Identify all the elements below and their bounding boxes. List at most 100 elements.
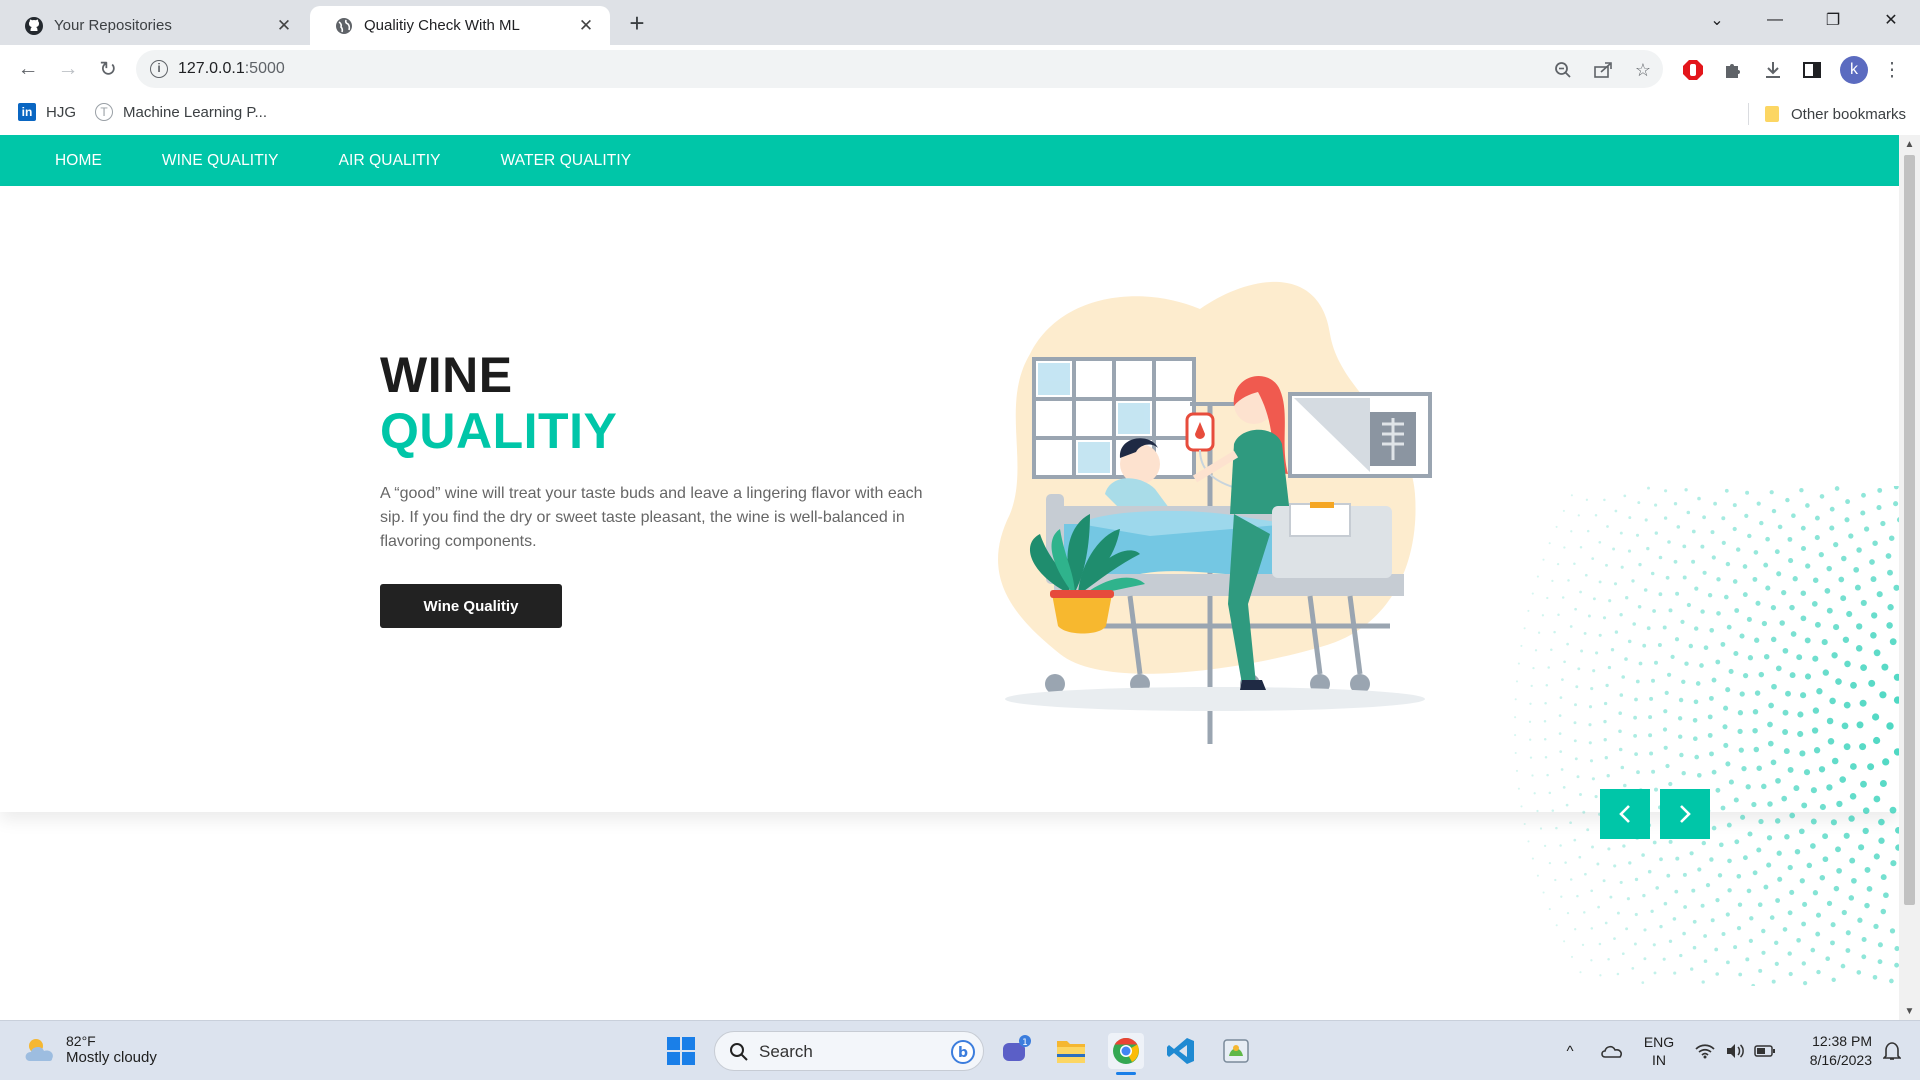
other-bookmarks[interactable]: Other bookmarks [1748,103,1906,125]
decor-dot [1556,562,1560,566]
forward-arrow-icon[interactable]: → [54,55,82,83]
bing-icon[interactable]: b [951,1040,975,1064]
decor-dot [1531,774,1534,777]
tab-your-repositories[interactable]: Your Repositories ✕ [0,6,308,45]
decor-dot [1676,525,1681,529]
decor-dot [1633,942,1637,946]
new-tab-button[interactable]: + [622,8,652,39]
page-viewport: HOME WINE QUALITIY AIR QUALITIY WATER QU… [0,135,1920,1020]
decor-dot [1819,494,1825,499]
side-panel-icon[interactable] [1800,58,1824,82]
decor-dot [1819,803,1826,811]
decor-dot [1782,729,1789,735]
file-explorer-icon[interactable] [1053,1033,1089,1069]
adblock-extension-icon[interactable] [1681,58,1705,82]
downloads-icon[interactable] [1761,58,1785,82]
decor-dot [1766,862,1772,868]
wine-quality-button[interactable]: Wine Qualitiy [380,584,562,628]
bookmark-star-icon[interactable]: ☆ [1632,59,1654,81]
extensions-puzzle-icon[interactable] [1721,58,1745,82]
decor-dot [1826,900,1833,907]
tab-quality-check[interactable]: Qualitiy Check With ML ✕ [310,6,610,45]
decor-dot [1603,701,1608,706]
taskbar-search[interactable]: Search b [714,1031,984,1071]
scroll-thumb[interactable] [1904,155,1915,905]
bookmark-hjg[interactable]: in HJG [18,103,76,121]
windows-start-icon[interactable] [663,1033,699,1069]
decor-dot [1709,751,1714,757]
decor-dot [1702,570,1707,575]
decor-dot [1625,596,1629,600]
close-window-button[interactable]: ✕ [1862,0,1920,40]
decor-dot [1845,499,1851,505]
volume-icon[interactable] [1722,1021,1748,1080]
weather-widget[interactable]: 82°F Mostly cloudy [22,1033,157,1066]
decor-dot [1785,690,1791,697]
url-text: 127.0.0.1:5000 [178,60,285,78]
battery-icon[interactable] [1752,1021,1778,1080]
decor-dot [1742,855,1748,861]
tab-close-icon[interactable]: ✕ [576,16,596,36]
nav-water-quality[interactable]: WATER QUALITIY [501,152,632,170]
bookmark-machine-learning[interactable]: T Machine Learning P... [95,103,267,121]
decor-dot [1680,619,1685,625]
decor-dot [1889,978,1894,984]
tab-close-icon[interactable]: ✕ [274,16,294,36]
decor-dot [1663,709,1668,714]
decor-dot [1878,818,1885,826]
zoom-icon[interactable] [1552,59,1574,81]
clock[interactable]: 12:38 PM 8/16/2023 [1792,1021,1872,1080]
page-scrollbar[interactable]: ▲ ▼ [1899,135,1920,1020]
minimize-button[interactable]: — [1746,0,1804,40]
show-hidden-icons-chevron-icon[interactable]: ^ [1556,1021,1584,1080]
decor-dot [1829,506,1835,512]
browser-menu-icon[interactable]: ⋮ [1880,58,1904,82]
decor-dot [1539,827,1543,830]
decor-dot [1682,931,1686,936]
site-info-icon[interactable]: i [150,60,168,78]
decor-dot [1622,844,1626,848]
decor-dot [1677,716,1683,721]
address-bar[interactable]: i 127.0.0.1:5000 ☆ [136,50,1663,88]
decor-dot [1879,780,1887,787]
decor-dot [1603,498,1606,502]
decor-dot [1889,928,1896,934]
back-arrow-icon[interactable]: ← [14,55,42,83]
decor-dot [1668,839,1673,844]
decor-dot [1863,526,1870,532]
chrome-taskbar-icon[interactable] [1108,1033,1144,1075]
nav-wine-quality[interactable]: WINE QUALITIY [162,152,279,170]
slider-prev-button[interactable] [1600,789,1650,839]
anaconda-app-icon[interactable] [1218,1033,1254,1069]
vscode-icon[interactable] [1163,1033,1199,1069]
svg-text:b: b [958,1045,968,1061]
decor-dot [1770,604,1777,611]
reload-icon[interactable]: ↻ [94,55,122,83]
scroll-down-arrow-icon[interactable]: ▼ [1899,1002,1920,1020]
nav-home[interactable]: HOME [55,152,102,170]
decor-dot [1591,777,1595,781]
decor-dot [1675,856,1680,861]
nav-air-quality[interactable]: AIR QUALITIY [339,152,441,170]
maximize-button[interactable]: ❐ [1804,0,1862,40]
notification-bell-icon[interactable] [1878,1021,1906,1080]
decor-dot [1633,715,1637,720]
decor-dot [1650,909,1654,913]
decor-dot [1683,905,1687,909]
tab-search-chevron-icon[interactable]: ⌄ [1688,0,1746,40]
decor-dot [1886,722,1894,730]
decor-dot [1692,919,1697,924]
scroll-up-arrow-icon[interactable]: ▲ [1899,135,1920,153]
wifi-icon[interactable] [1692,1021,1718,1080]
share-icon[interactable] [1592,59,1614,81]
decor-dot [1674,889,1679,894]
decor-dot [1604,921,1608,925]
decor-dot [1579,545,1583,549]
decor-dot [1769,915,1775,920]
decor-dot [1890,860,1897,867]
slider-next-button[interactable] [1660,789,1710,839]
language-indicator[interactable]: ENG IN [1640,1021,1678,1080]
teams-chat-icon[interactable]: 1 [998,1033,1034,1069]
profile-avatar[interactable]: k [1840,56,1868,84]
onedrive-cloud-icon[interactable] [1596,1021,1628,1080]
